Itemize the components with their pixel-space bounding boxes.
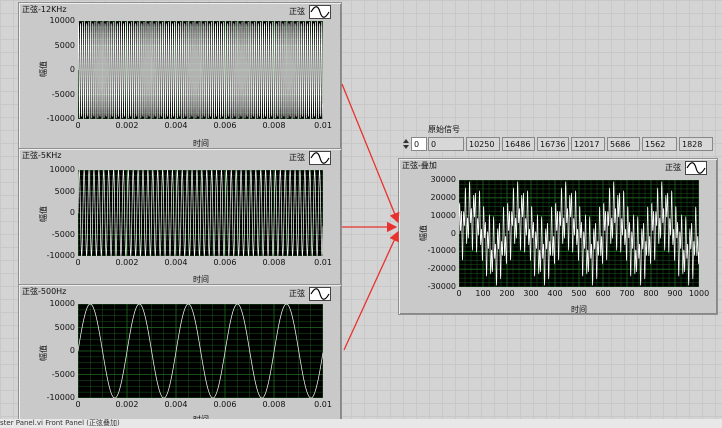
front-panel: 正弦-12KHz 正弦 幅值 时间 10000 5000 0 -5000 -10000 0… — [0, 0, 722, 428]
status-bar: ster Panel.vi Front Panel (正弦叠加) — [0, 419, 722, 428]
arrow-500hz — [343, 230, 399, 351]
arrow-12khz — [341, 83, 400, 224]
signal-flow-arrows — [341, 83, 400, 351]
